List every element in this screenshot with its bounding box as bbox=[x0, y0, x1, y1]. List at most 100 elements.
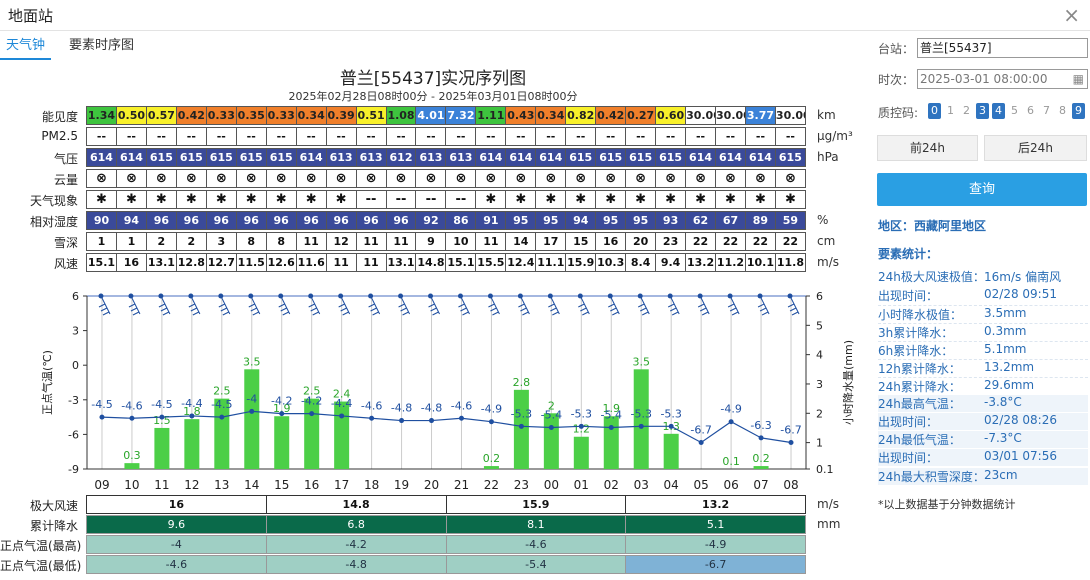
temp-label: -4.8 bbox=[421, 402, 442, 415]
wind-station-dot bbox=[667, 293, 673, 299]
precip-label: 0.2 bbox=[752, 452, 770, 465]
temp-label: -4 bbox=[246, 392, 257, 405]
table-cell: ⊗ bbox=[535, 169, 567, 188]
table-cell: 11 bbox=[295, 232, 327, 251]
qc-code-6[interactable]: 6 bbox=[1024, 103, 1037, 119]
qc-code-4[interactable]: 4 bbox=[992, 103, 1005, 119]
tab-weather-clock[interactable]: 天气钟 bbox=[0, 34, 52, 60]
stat-value: -3.8°C bbox=[984, 395, 1022, 409]
row-cells: 1 1 2 2 3 8 8 11 12 11 11 9 10 11 14 17 15 16 20 23 22 22 22 22 bbox=[86, 232, 806, 251]
table-cell: 11.5 bbox=[235, 253, 267, 272]
table-cell: ⊗ bbox=[744, 169, 776, 188]
table-cell: ✱ bbox=[475, 190, 507, 209]
precip-tick-label: 0.1 bbox=[816, 463, 834, 476]
table-cell: ✱ bbox=[744, 190, 776, 209]
temp-label: -5.3 bbox=[630, 407, 651, 420]
table-cell: ✱ bbox=[595, 190, 627, 209]
table-cell: 612 bbox=[385, 148, 417, 167]
temp-tick-label: 3 bbox=[72, 325, 79, 338]
temp-tick-label: -9 bbox=[68, 463, 79, 476]
wind-barb-icon bbox=[188, 297, 201, 316]
qc-code-0[interactable]: 0 bbox=[928, 103, 941, 119]
calendar-icon[interactable]: ▦ bbox=[1073, 70, 1084, 88]
table-cell: 0.57 bbox=[145, 106, 177, 125]
qc-code-7[interactable]: 7 bbox=[1040, 103, 1053, 119]
row-label: 相对湿度 bbox=[29, 215, 78, 229]
x-tick-label: 06 bbox=[723, 478, 738, 492]
table-cell: ⊗ bbox=[445, 169, 477, 188]
qc-code-9[interactable]: 9 bbox=[1072, 103, 1085, 119]
precip-bar bbox=[603, 416, 619, 469]
wind-station-dot bbox=[727, 293, 733, 299]
chart-panel: 普兰[55437]实况序列图 2025年02月28日08时00分 - 2025年… bbox=[0, 60, 868, 580]
row-label: PM2.5 bbox=[41, 129, 78, 143]
temp-point bbox=[219, 414, 225, 420]
stat-label: 24h最高气温： bbox=[878, 397, 961, 411]
temp-point bbox=[399, 418, 405, 424]
temp-point bbox=[129, 415, 135, 421]
x-tick-label: 01 bbox=[574, 478, 589, 492]
x-tick-label: 03 bbox=[634, 478, 649, 492]
table-cell: 4.01 bbox=[415, 106, 447, 125]
table-cell: 86 bbox=[445, 211, 477, 230]
table-cell: 96 bbox=[355, 211, 387, 230]
station-input[interactable]: 普兰[55437] bbox=[917, 38, 1088, 58]
x-tick-label: 15 bbox=[274, 478, 289, 492]
temp-point bbox=[758, 435, 764, 441]
stat-row: 24h累计降水： 29.6mm bbox=[878, 377, 1088, 395]
table-cell: 12.8 bbox=[175, 253, 207, 272]
time-input[interactable]: 2025-03-01 08:00:00 ▦ bbox=[917, 69, 1088, 89]
table-cell: 11 bbox=[475, 232, 507, 251]
table-cell: -- bbox=[685, 127, 717, 146]
table-cell: 1 bbox=[115, 232, 147, 251]
table-cell: ⊗ bbox=[235, 169, 267, 188]
query-button[interactable]: 查询 bbox=[877, 173, 1087, 206]
wind-barb-icon bbox=[697, 297, 710, 316]
table-cell: 615 bbox=[205, 148, 237, 167]
table-cell: 614 bbox=[475, 148, 507, 167]
summary-cell: -4 bbox=[86, 535, 267, 554]
chart-title: 普兰[55437]实况序列图 bbox=[339, 69, 527, 89]
stat-value: 02/28 09:51 bbox=[984, 287, 1057, 301]
temp-label: -4.5 bbox=[151, 398, 172, 411]
qc-code-5[interactable]: 5 bbox=[1008, 103, 1021, 119]
tab-element-series[interactable]: 要素时序图 bbox=[63, 34, 140, 60]
x-tick-label: 07 bbox=[753, 478, 768, 492]
row-label: 气压 bbox=[53, 152, 78, 166]
next-24h-button[interactable]: 后24h bbox=[984, 135, 1087, 161]
table-cell: 22 bbox=[774, 232, 806, 251]
table-cell: 3.77 bbox=[744, 106, 776, 125]
wind-barb-icon bbox=[98, 297, 111, 316]
temp-label: -5.3 bbox=[660, 407, 681, 420]
table-cell: 14 bbox=[505, 232, 537, 251]
table-cell: -- bbox=[355, 190, 387, 209]
region-text: 地区：西藏阿里地区 bbox=[878, 219, 987, 233]
table-cell: ⊗ bbox=[205, 169, 237, 188]
temp-label: -5.4 bbox=[541, 408, 562, 421]
wind-barb-icon bbox=[578, 297, 590, 316]
table-cell: 8.4 bbox=[625, 253, 657, 272]
row-unit: % bbox=[817, 213, 829, 227]
wind-barb-icon bbox=[428, 297, 440, 316]
qc-code-8[interactable]: 8 bbox=[1056, 103, 1069, 119]
table-cell: ⊗ bbox=[86, 169, 117, 188]
wind-barb-icon bbox=[218, 297, 231, 316]
table-cell: -- bbox=[385, 190, 417, 209]
wind-barb-icon bbox=[248, 297, 261, 316]
wind-station-dot bbox=[577, 293, 583, 299]
table-cell: 23 bbox=[655, 232, 687, 251]
qc-code-2[interactable]: 2 bbox=[960, 103, 973, 119]
table-cell: 615 bbox=[265, 148, 297, 167]
close-icon[interactable]: × bbox=[1063, 3, 1080, 27]
prev-24h-button[interactable]: 前24h bbox=[877, 135, 978, 161]
temp-point bbox=[159, 414, 165, 420]
table-cell: -- bbox=[565, 127, 597, 146]
table-cell: 20 bbox=[625, 232, 657, 251]
x-tick-label: 08 bbox=[783, 478, 798, 492]
summary-unit: mm bbox=[817, 517, 841, 531]
qc-code-3[interactable]: 3 bbox=[976, 103, 989, 119]
qc-code-1[interactable]: 1 bbox=[944, 103, 957, 119]
stat-label: 出现时间： bbox=[878, 289, 939, 303]
row-unit: μg/m³ bbox=[817, 129, 853, 143]
table-cell: 13.1 bbox=[385, 253, 417, 272]
